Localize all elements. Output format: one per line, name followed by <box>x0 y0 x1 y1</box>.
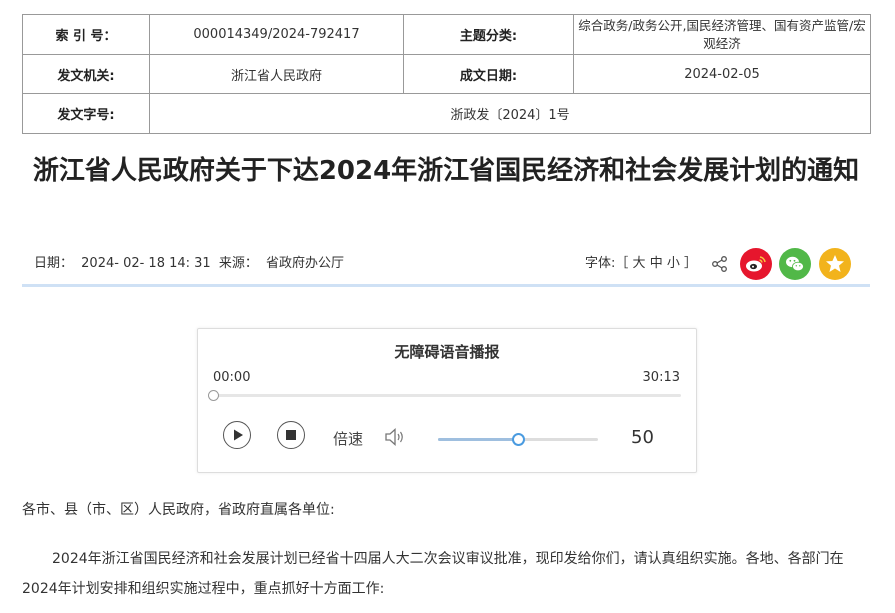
header-divider <box>22 284 870 287</box>
play-button[interactable] <box>223 421 251 449</box>
play-icon <box>234 429 243 441</box>
favorite-icon <box>826 255 844 272</box>
current-time: 00:00 <box>213 370 251 385</box>
audio-player: 无障碍语音播报 00:00 30:13 倍速 50 <box>197 328 697 473</box>
volume-fill <box>438 438 518 441</box>
article-info: 日期： 2024- 02- 18 14: 31 来源： 省政府办公厅 <box>34 252 348 271</box>
wechat-share-button[interactable] <box>779 248 811 280</box>
publish-date-label: 日期： <box>34 256 74 271</box>
source-label: 来源： <box>218 256 258 271</box>
font-size-medium[interactable]: 中 <box>650 256 663 271</box>
font-size-label: 字体:［ <box>585 256 629 271</box>
stop-button[interactable] <box>277 421 305 449</box>
weibo-icon <box>746 256 766 272</box>
volume-value: 50 <box>631 427 654 448</box>
playback-speed-button[interactable]: 倍速 <box>333 428 363 449</box>
publish-date: 2024- 02- 18 14: 31 <box>81 256 211 271</box>
total-time: 30:13 <box>642 370 680 385</box>
document-meta-table: 索 引 号： 000014349/2024-792417 主题分类: 综合政务/… <box>22 14 871 134</box>
topic-value: 综合政务/政务公开,国民经济管理、国有资产监管/宏观经济 <box>573 14 871 55</box>
date-written-value: 2024-02-05 <box>573 54 871 94</box>
doc-number-value: 浙政发〔2024〕1号 <box>149 93 871 134</box>
player-title: 无障碍语音播报 <box>394 343 500 361</box>
volume-slider[interactable] <box>438 433 598 446</box>
body-paragraph: 2024年浙江省国民经济和社会发展计划已经省十四届人大二次会议审议批准，现印发给… <box>22 551 844 597</box>
salutation: 各市、县（市、区）人民政府，省政府直属各单位: <box>22 502 335 518</box>
wechat-icon <box>786 256 804 272</box>
stop-icon <box>286 430 296 440</box>
favorite-button[interactable] <box>819 248 851 280</box>
index-number-label: 索 引 号： <box>22 14 150 55</box>
source-value: 省政府办公厅 <box>266 256 345 271</box>
article-title: 浙江省人民政府关于下达2024年浙江省国民经济和社会发展计划的通知 <box>32 156 860 186</box>
issuer-label: 发文机关: <box>22 54 150 94</box>
progress-handle[interactable] <box>208 390 219 401</box>
weibo-share-button[interactable] <box>740 248 772 280</box>
font-size-small[interactable]: 小 <box>667 256 680 271</box>
volume-handle[interactable] <box>512 433 525 446</box>
progress-bar[interactable] <box>208 390 681 401</box>
font-size-close: ］ <box>684 256 698 271</box>
volume-icon[interactable] <box>383 426 407 448</box>
topic-label: 主题分类: <box>403 14 574 55</box>
date-written-label: 成文日期: <box>403 54 574 94</box>
share-icon[interactable] <box>710 254 730 274</box>
index-number-value: 000014349/2024-792417 <box>149 14 404 55</box>
doc-number-label: 发文字号: <box>22 93 150 134</box>
font-size-switcher: 字体:［ 大 中 小 ］ <box>585 252 697 271</box>
font-size-large[interactable]: 大 <box>633 256 646 271</box>
issuer-value: 浙江省人民政府 <box>149 54 404 94</box>
